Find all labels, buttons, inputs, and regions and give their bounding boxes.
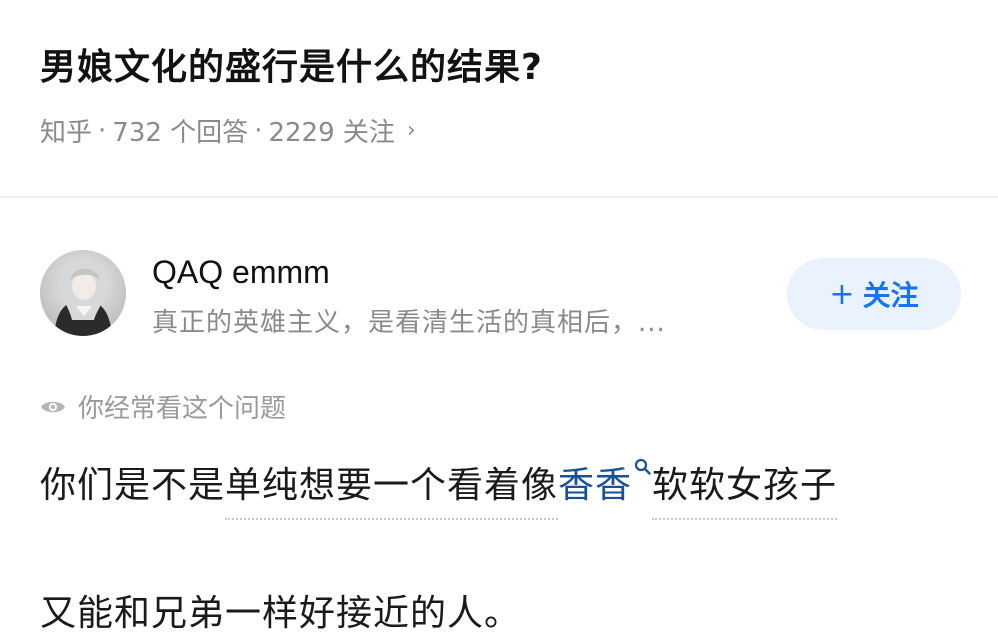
plus-icon: + bbox=[829, 276, 855, 312]
answer-text: 你们是不是 bbox=[40, 465, 226, 506]
answer-text-underlined: 软软女孩子 bbox=[652, 456, 838, 520]
answer-text-underlined: 单纯想要一个看着像 bbox=[225, 456, 559, 520]
platform-name: 知乎 bbox=[40, 118, 93, 148]
avatar-image bbox=[40, 250, 126, 336]
eye-icon bbox=[41, 401, 65, 412]
author-name[interactable]: QAQ emmm bbox=[152, 254, 330, 291]
search-icon bbox=[634, 458, 651, 475]
author-bio: 真正的英雄主义，是看清生活的真相后，... bbox=[152, 308, 666, 338]
viewed-hint-text: 你经常看这个问题 bbox=[78, 394, 287, 424]
follow-label: 关注 bbox=[862, 279, 919, 312]
answer-line: 你们是不是 单纯想要一个看着像 香香 软软女孩子 bbox=[40, 456, 838, 520]
keyword-link-text: 香香 bbox=[558, 465, 633, 506]
author-card: QAQ emmm 真正的英雄主义，是看清生活的真相后，... + 关注 bbox=[40, 250, 961, 340]
question-title[interactable]: 男娘文化的盛行是什么的结果? bbox=[40, 38, 543, 90]
chevron-right-icon: › bbox=[406, 118, 416, 143]
follower-count: 2229 关注 bbox=[268, 118, 395, 148]
viewed-hint: 你经常看这个问题 bbox=[40, 388, 286, 425]
question-meta[interactable]: 知乎 · 732 个回答 · 2229 关注 › bbox=[40, 112, 416, 149]
meta-separator: · bbox=[254, 115, 263, 146]
follow-button[interactable]: + 关注 bbox=[787, 258, 961, 330]
section-divider bbox=[0, 196, 998, 198]
answer-line: 又能和兄弟一样好接近的人。 bbox=[40, 593, 522, 634]
keyword-search-link[interactable]: 香香 bbox=[558, 456, 652, 508]
avatar[interactable] bbox=[40, 250, 126, 336]
meta-separator: · bbox=[98, 115, 107, 146]
answer-count: 732 个回答 bbox=[112, 118, 249, 148]
